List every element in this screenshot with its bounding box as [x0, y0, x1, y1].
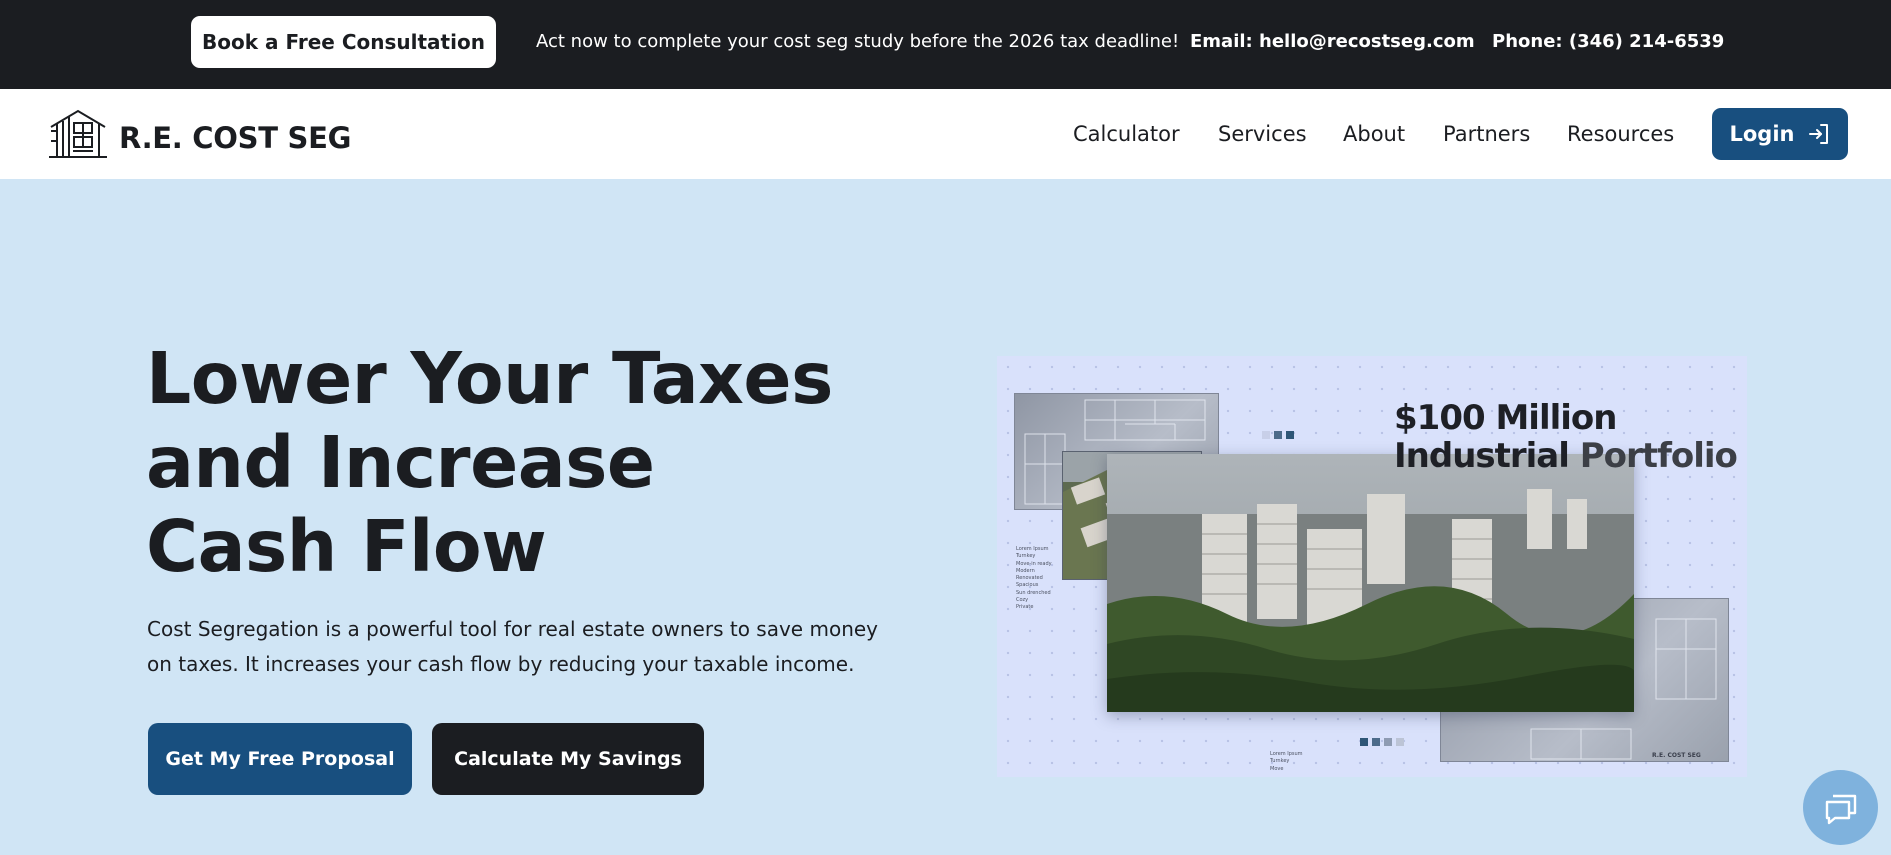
logo-wordmark: R.E. COST SEG — [119, 121, 352, 155]
site-header: R.E. COST SEG Calculator Services About … — [0, 89, 1891, 179]
login-button[interactable]: Login — [1712, 108, 1848, 160]
chat-bubbles-icon — [1825, 794, 1856, 824]
nav-partners[interactable]: Partners — [1443, 89, 1530, 179]
chat-widget-button[interactable] — [1803, 770, 1878, 845]
deadline-promo-text: Act now to complete your cost seg study … — [536, 31, 1180, 52]
feature-list: Lorem Ipsum Turnkey Move-in ready Modern… — [1016, 546, 1052, 612]
nav-calculator[interactable]: Calculator — [1073, 89, 1180, 179]
collage-watermark-logo: R.E. COST SEG — [1652, 752, 1701, 759]
hero-title-line: and Increase — [146, 421, 655, 504]
hero-title: Lower Your Taxes and Increase Cash Flow — [146, 337, 926, 589]
site-logo[interactable]: R.E. COST SEG — [47, 107, 351, 161]
nav-services[interactable]: Services — [1218, 89, 1307, 179]
hero-description: Cost Segregation is a powerful tool for … — [147, 617, 879, 676]
hero-title-line: Cash Flow — [146, 505, 547, 588]
sign-in-arrow-icon — [1808, 124, 1828, 144]
feature-list-item: Turnkey — [1270, 758, 1290, 765]
feature-list-item: Lorem Ipsum — [1016, 546, 1049, 552]
nav-about[interactable]: About — [1343, 89, 1405, 179]
feature-list-item: Lorem Ipsum — [1270, 751, 1303, 757]
feature-list: Lorem Ipsum Turnkey Move — [1270, 751, 1303, 773]
portfolio-headline-line: Industrial Portfolio — [1394, 436, 1738, 476]
feature-list-item: Cozy — [1016, 597, 1029, 604]
hero-title-line: Lower Your Taxes — [146, 337, 833, 420]
get-free-proposal-button[interactable]: Get My Free Proposal — [148, 723, 412, 795]
feature-list-item: Spacious — [1016, 582, 1039, 589]
feature-list-item: Move-in ready — [1016, 560, 1052, 567]
feature-list-item: Turnkey — [1016, 553, 1036, 560]
decorative-squares — [1262, 431, 1294, 439]
portfolio-collage-image: $100 Million Industrial Portfolio Lorem … — [997, 356, 1747, 777]
portfolio-headline: $100 Million Industrial Portfolio — [1394, 398, 1738, 476]
apartment-towers-photo — [1107, 454, 1634, 712]
feature-list-item: Sun drenched — [1016, 589, 1051, 596]
building-outline-icon — [49, 109, 107, 158]
portfolio-headline-word: Industrial — [1394, 436, 1570, 476]
portfolio-headline-word: Portfolio — [1579, 436, 1738, 476]
contact-phone[interactable]: Phone: (346) 214-6539 — [1492, 0, 1724, 84]
feature-list-item: Renovated — [1016, 575, 1043, 582]
calculate-savings-button[interactable]: Calculate My Savings — [432, 723, 704, 795]
feature-list-item: Modern — [1016, 567, 1035, 574]
decorative-squares — [1360, 738, 1404, 746]
feature-list-item: Private — [1016, 604, 1034, 611]
nav-resources[interactable]: Resources — [1567, 89, 1674, 179]
book-consultation-button[interactable]: Book a Free Consultation — [191, 16, 496, 68]
login-label: Login — [1729, 122, 1795, 146]
portfolio-headline-line: $100 Million — [1394, 398, 1617, 438]
contact-email[interactable]: Email: hello@recostseg.com — [1190, 0, 1475, 84]
announcement-bar: Book a Free Consultation Act now to comp… — [0, 0, 1891, 89]
feature-list-item: Move — [1270, 765, 1284, 772]
